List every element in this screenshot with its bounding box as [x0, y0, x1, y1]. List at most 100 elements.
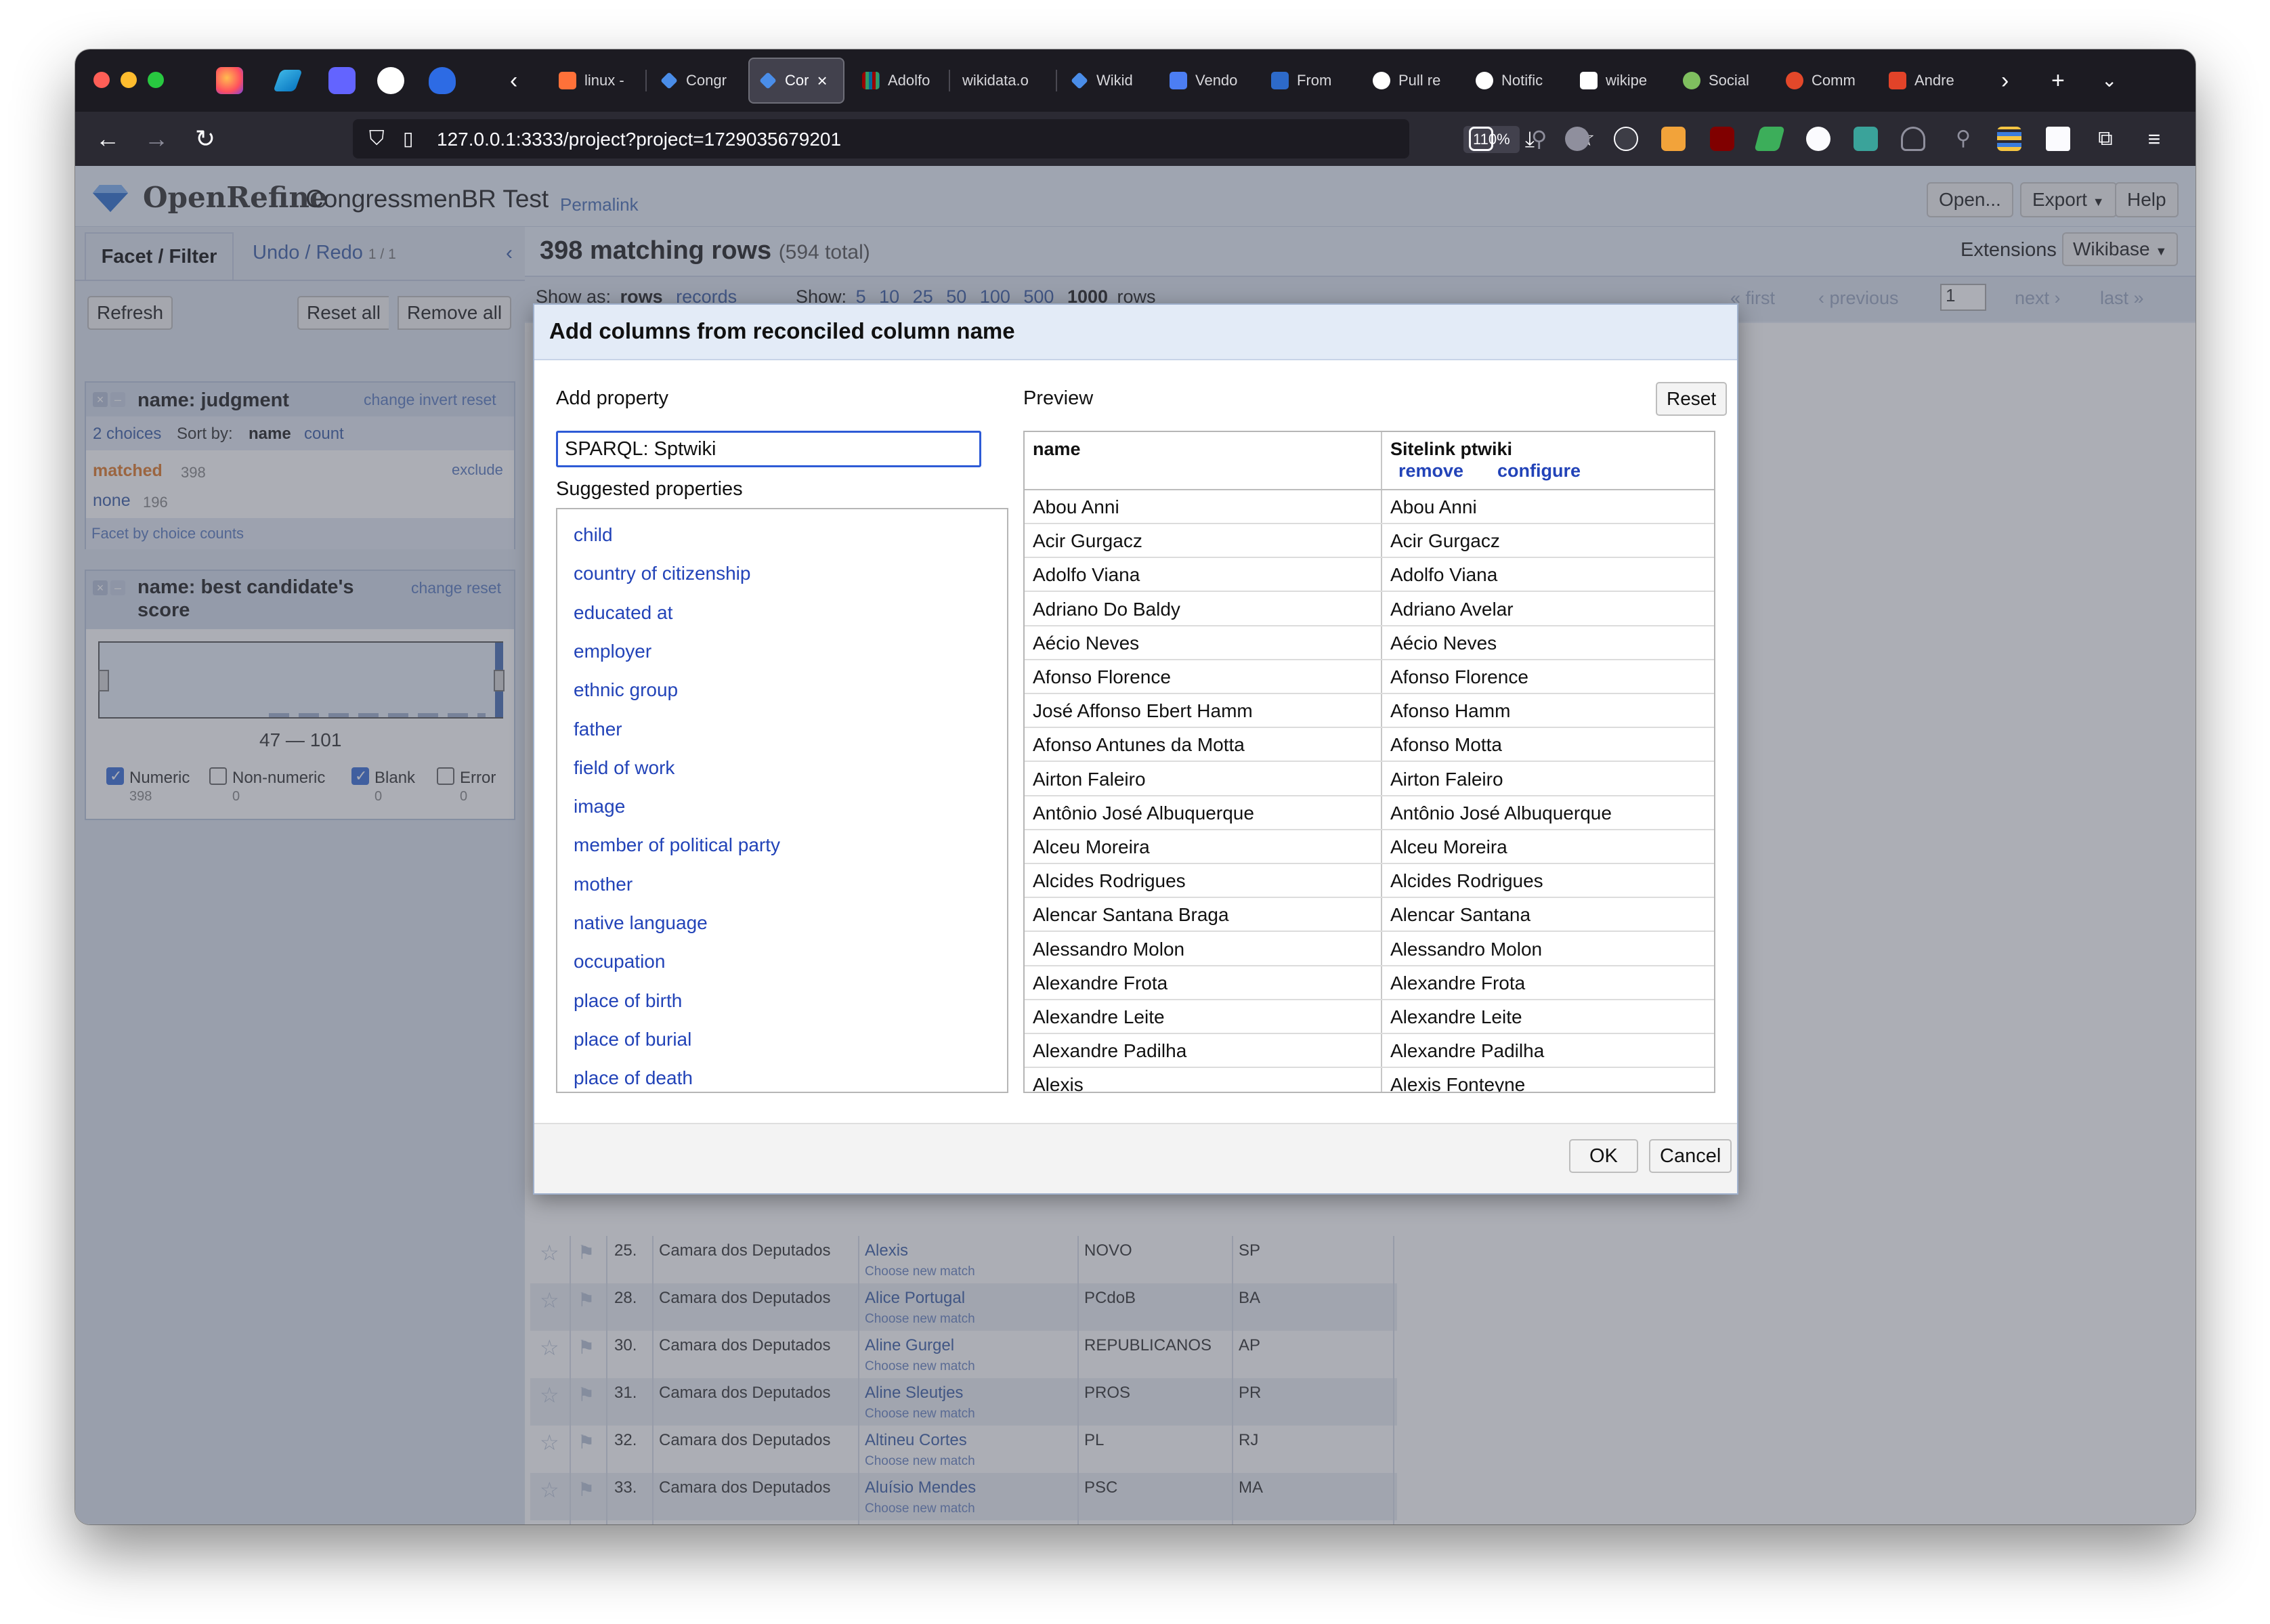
tab-11[interactable]: wikipe	[1570, 58, 1665, 104]
preview-cell-sitelink: Alexandre Frota	[1390, 972, 1526, 993]
preview-row: Afonso Antunes da Motta Afonso Motta	[1025, 728, 1714, 763]
pinned-tab-app2[interactable]	[377, 67, 404, 94]
suggested-property-item[interactable]: image	[574, 796, 625, 817]
suggested-property-item[interactable]: place of burial	[574, 1029, 691, 1050]
pinned-tab-app[interactable]	[273, 70, 303, 91]
wikidata-icon	[862, 72, 880, 89]
suggested-property-item[interactable]: member of political party	[574, 834, 780, 856]
new-tab-button[interactable]: +	[2051, 64, 2065, 97]
cancel-button[interactable]: Cancel	[1649, 1139, 1732, 1173]
tab-6[interactable]: Wikid	[1061, 58, 1156, 104]
s-icon	[1271, 72, 1289, 89]
preview-cell-sitelink: Adriano Avelar	[1390, 598, 1514, 620]
suggested-property-item[interactable]: educated at	[574, 602, 672, 624]
comm-icon	[1786, 72, 1803, 89]
wikipedia-icon	[1580, 72, 1598, 89]
tab-7[interactable]: Vendo	[1160, 58, 1255, 104]
configure-column-link[interactable]: configure	[1497, 461, 1581, 482]
tab-active[interactable]: Cor ×	[748, 58, 844, 104]
tab-1[interactable]: linux -	[549, 58, 644, 104]
extension-glasses-icon[interactable]	[1614, 127, 1638, 151]
zoom-window-button[interactable]	[148, 72, 164, 88]
preview-cell-sitelink: Alexandre Padilha	[1390, 1040, 1545, 1062]
tab-2[interactable]: Congr	[651, 58, 746, 104]
pocket-icon[interactable]	[1469, 127, 1493, 151]
extension-os-icon[interactable]	[1661, 127, 1686, 151]
github-extension-icon[interactable]	[1806, 127, 1830, 151]
suggested-property-item[interactable]: ethnic group	[574, 679, 678, 701]
preview-cell-name: Alencar Santana Braga	[1033, 904, 1229, 926]
forward-button[interactable]: →	[140, 123, 173, 155]
back-button[interactable]: ←	[91, 123, 124, 155]
ok-button[interactable]: OK	[1569, 1139, 1638, 1173]
dialog-title: Add columns from reconciled column name	[549, 318, 1015, 343]
browser-window: ‹ linux - Congr Cor × Adolfo wikidata.o …	[75, 49, 2196, 1524]
download-icon[interactable]: ⤓	[1514, 123, 1546, 155]
suggested-property-item[interactable]: father	[574, 719, 622, 740]
reset-button[interactable]: Reset	[1656, 382, 1728, 416]
pinned-tab-firefox[interactable]	[216, 67, 243, 94]
column-header-sitelink: Sitelink ptwiki	[1390, 439, 1513, 459]
reload-button[interactable]: ↻	[189, 123, 221, 155]
preview-cell-name: Alexandre Leite	[1033, 1006, 1165, 1027]
preview-cell-sitelink: Alcides Rodrigues	[1390, 870, 1543, 892]
pinned-tab-app3[interactable]	[429, 67, 456, 94]
suggested-property-item[interactable]: field of work	[574, 757, 674, 779]
pinned-tab-mastodon[interactable]	[328, 67, 356, 94]
preview-row: Alceu Moreira Alceu Moreira	[1025, 830, 1714, 864]
suggested-property-item[interactable]: place of birth	[574, 990, 682, 1012]
preview-cell-sitelink: Alessandro Molon	[1390, 938, 1543, 960]
tab-13[interactable]: Comm	[1776, 58, 1878, 104]
preview-cell-sitelink: Afonso Hamm	[1390, 700, 1511, 722]
preview-cell-name: Airton Faleiro	[1033, 768, 1146, 790]
preview-cell-name: Alessandro Molon	[1033, 938, 1185, 960]
preview-cell-name: Alexandre Frota	[1033, 972, 1168, 993]
suggested-property-item[interactable]: occupation	[574, 951, 665, 973]
openrefine-icon	[1071, 72, 1088, 89]
suggested-property-item[interactable]: employer	[574, 641, 651, 662]
page-info-icon[interactable]: ▯	[403, 127, 413, 150]
extension-doc-icon[interactable]	[2046, 127, 2070, 151]
preview-cell-sitelink: Alceu Moreira	[1390, 836, 1507, 857]
property-search-input[interactable]	[556, 431, 981, 467]
tab-12[interactable]: Social	[1673, 58, 1768, 104]
preview-row: Airton Faleiro Airton Faleiro	[1025, 763, 1714, 796]
list-tabs-chevron-icon[interactable]: ⌄	[2101, 64, 2117, 97]
headphones-icon[interactable]	[1901, 127, 1925, 151]
ublock-icon[interactable]	[1710, 127, 1734, 151]
url-bar[interactable]: ⛉ ▯ 127.0.0.1:3333/project?project=17290…	[353, 119, 1595, 158]
preview-row: Alexandre Leite Alexandre Leite	[1025, 1000, 1714, 1034]
tab-8[interactable]: From	[1262, 58, 1356, 104]
column-header-name: name	[1033, 439, 1081, 459]
tab-10[interactable]: Notific	[1466, 58, 1561, 104]
minimize-window-button[interactable]	[121, 72, 137, 88]
hamburger-menu-icon[interactable]: ≡	[2138, 123, 2170, 155]
extension-avatar-icon[interactable]	[1565, 127, 1589, 151]
close-tab-icon[interactable]: ×	[817, 70, 827, 91]
extensions-puzzle-icon[interactable]: ⧉	[2089, 123, 2122, 155]
shield-icon[interactable]: ⛉	[369, 127, 385, 150]
tab-14[interactable]: Andre	[1879, 58, 1974, 104]
suggested-property-item[interactable]: place of death	[574, 1067, 693, 1089]
tab-5[interactable]: wikidata.o	[953, 58, 1054, 104]
pin-extension-icon[interactable]: ⚲	[1947, 123, 1979, 155]
tab-4[interactable]: Adolfo	[853, 58, 947, 104]
tab-9[interactable]: Pull re	[1363, 58, 1458, 104]
extension-bars-icon[interactable]	[1997, 127, 2021, 151]
suggested-property-item[interactable]: mother	[574, 874, 633, 895]
extension-s-icon[interactable]	[1854, 127, 1878, 151]
scroll-tabs-right-icon[interactable]: ›	[2001, 64, 2009, 97]
suggested-property-item[interactable]: child	[574, 524, 613, 546]
preview-row: Adriano Do Baldy Adriano Avelar	[1025, 593, 1714, 626]
close-window-button[interactable]	[93, 72, 110, 88]
scroll-tabs-left-icon[interactable]: ‹	[510, 64, 517, 97]
preview-cell-name: Acir Gurgacz	[1033, 530, 1142, 552]
extension-green-icon[interactable]	[1754, 127, 1785, 151]
url-text[interactable]: 127.0.0.1:3333/project?project=172903567…	[437, 129, 841, 150]
preview-table: name Sitelink ptwiki remove configure Ab…	[1023, 431, 1715, 1093]
preview-cell-sitelink: Abou Anni	[1390, 496, 1477, 517]
remove-column-link[interactable]: remove	[1398, 461, 1463, 482]
preview-cell-name: Alceu Moreira	[1033, 836, 1150, 857]
suggested-property-item[interactable]: native language	[574, 912, 708, 934]
suggested-property-item[interactable]: country of citizenship	[574, 563, 750, 584]
